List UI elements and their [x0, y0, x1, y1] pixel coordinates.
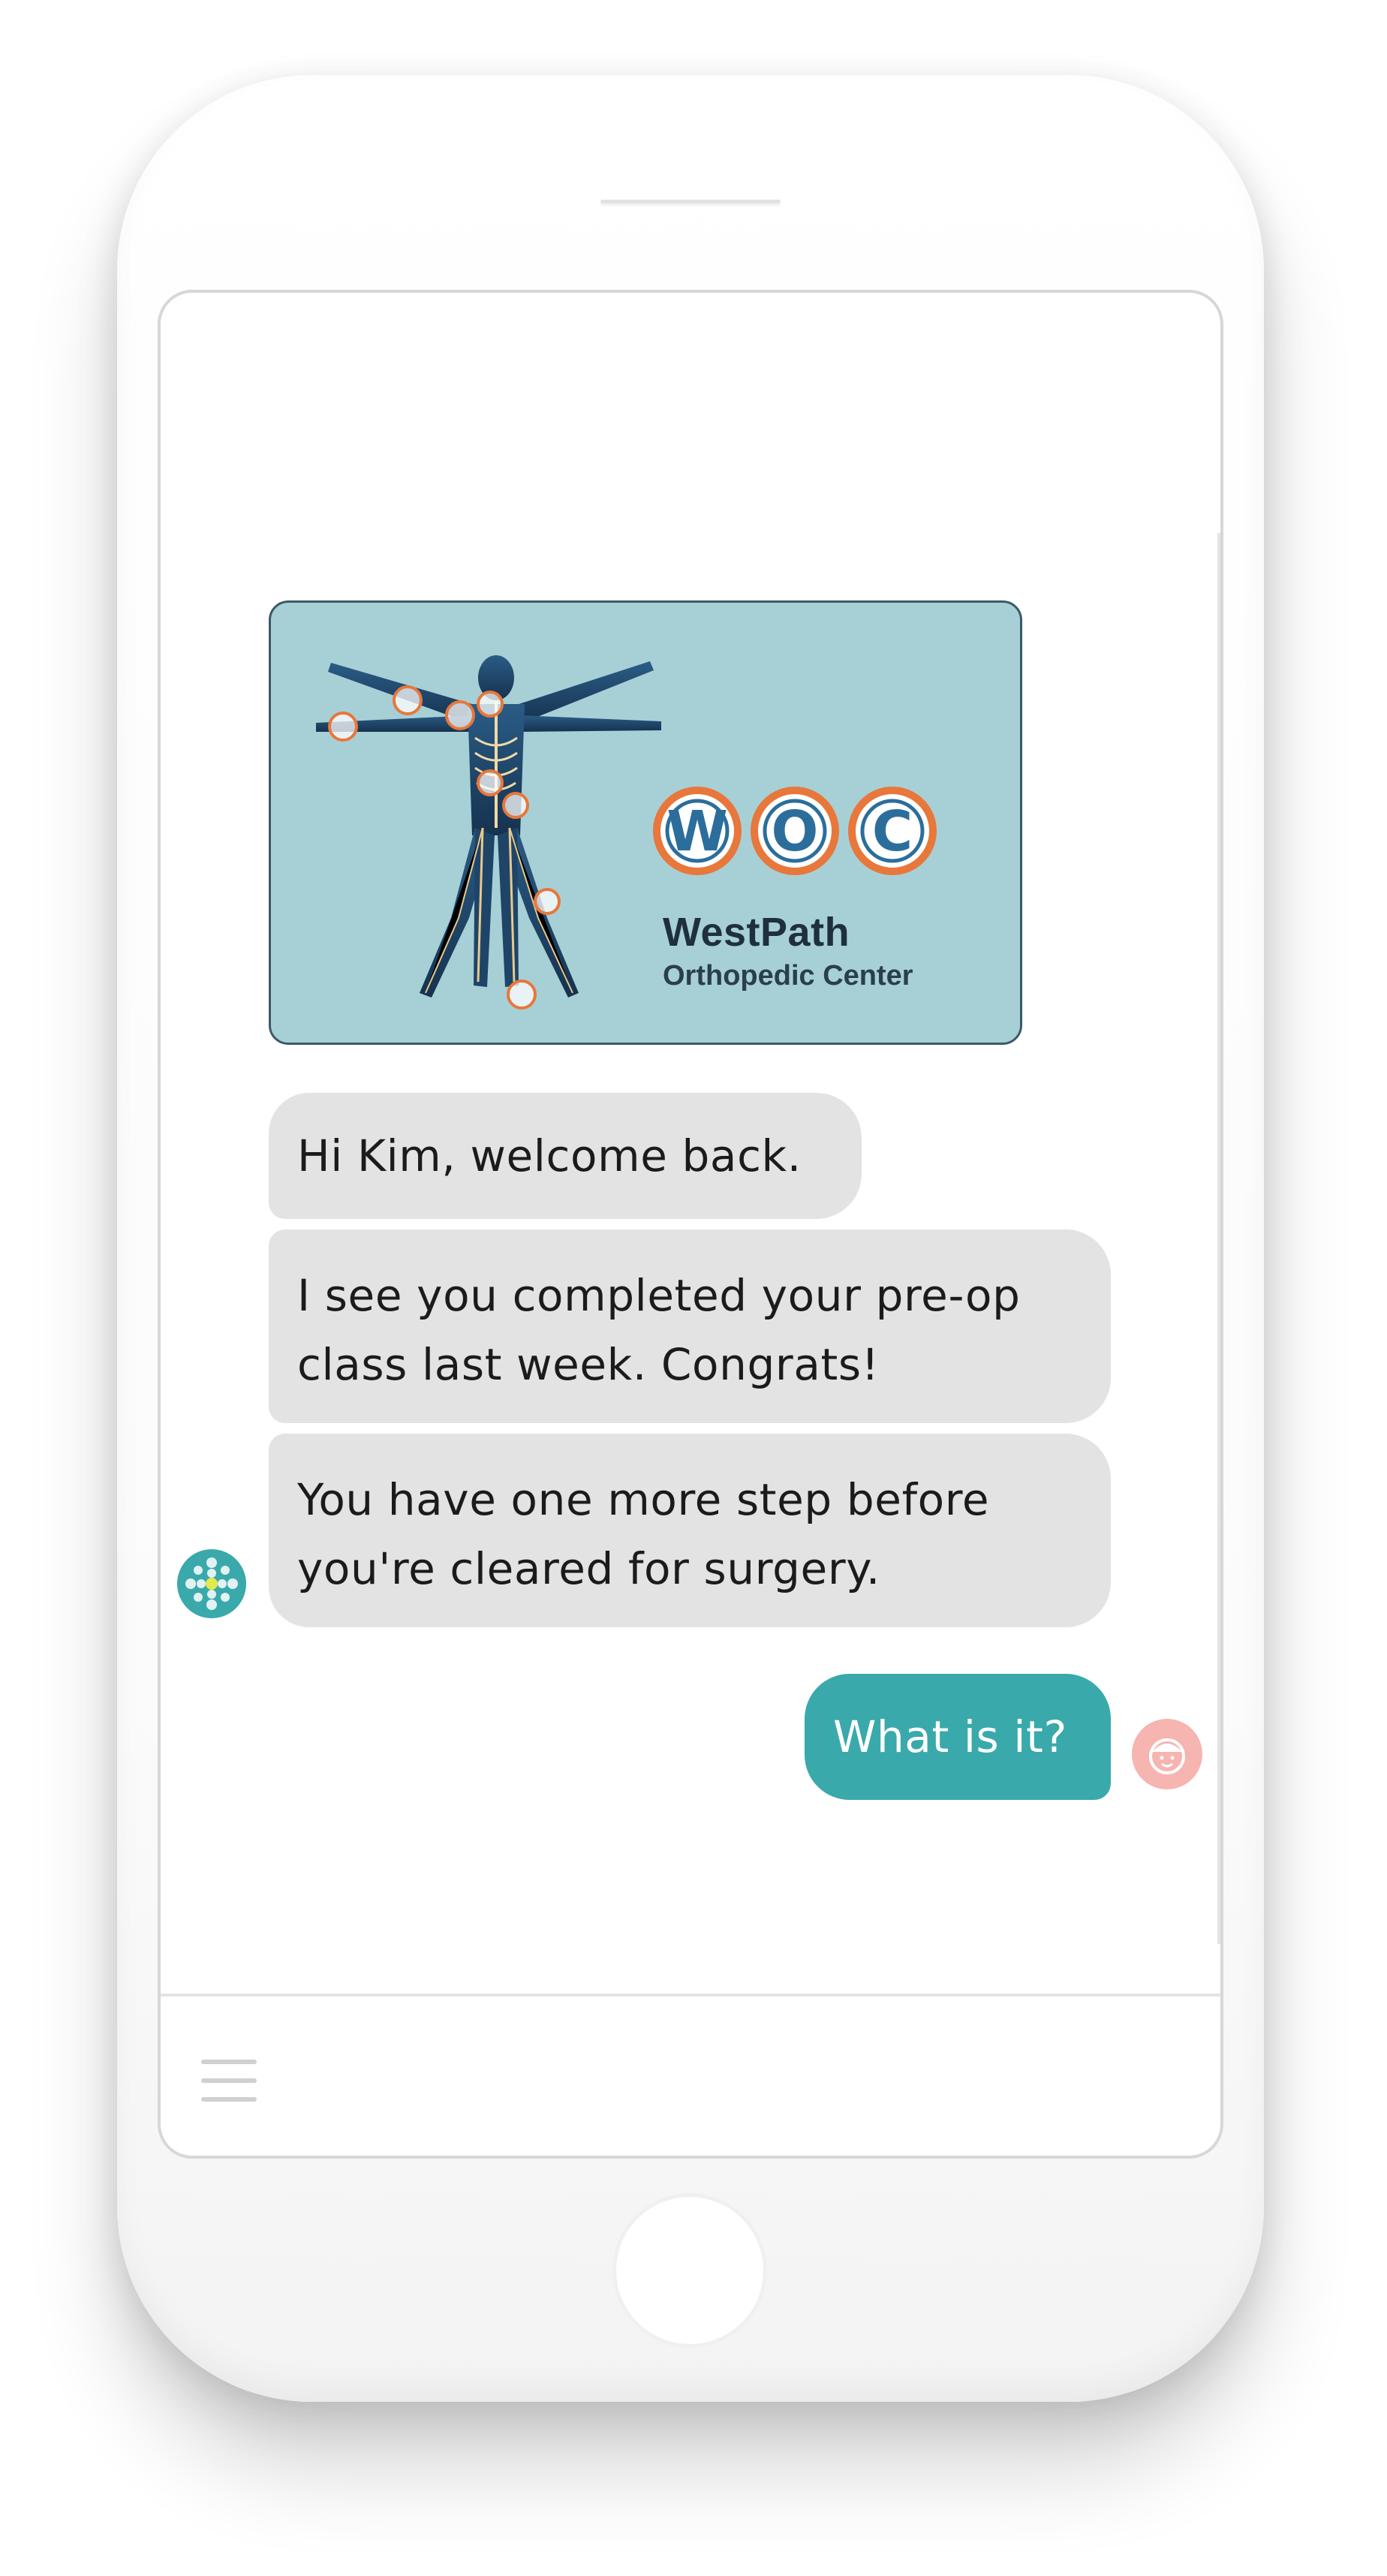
hamburger-menu-icon[interactable]: [201, 2060, 257, 2102]
bot-message: You have one more step before you're cle…: [269, 1434, 1111, 1627]
home-button[interactable]: [612, 2193, 767, 2348]
user-face-icon: [1149, 1738, 1185, 1774]
page: W O C WestPath Orthopedic Center Hi Kim,…: [0, 0, 1387, 2576]
message-line: What is it?: [833, 1711, 1067, 1762]
message-line: you're cleared for surgery.: [297, 1543, 880, 1594]
message-line: You have one more step before: [297, 1474, 990, 1525]
scrollbar[interactable]: [1217, 533, 1220, 1944]
phone-speaker: [600, 200, 781, 203]
brand-subtitle: Orthopedic Center: [663, 960, 913, 992]
bot-avatar-icon: [177, 1549, 246, 1618]
message-line: I see you completed your pre-op: [297, 1270, 1021, 1321]
brand-logo-card: W O C WestPath Orthopedic Center: [269, 600, 1022, 1045]
logo-letter-o: O: [772, 799, 819, 864]
chat-screen: [158, 290, 1223, 2159]
brand-name: WestPath: [663, 910, 850, 955]
bot-message: Hi Kim, welcome back.: [269, 1093, 862, 1219]
user-avatar: [1132, 1719, 1202, 1789]
user-message: What is it?: [805, 1674, 1111, 1800]
message-line: class last week. Congrats!: [297, 1339, 880, 1390]
logo-letter-w: W: [666, 799, 728, 864]
message-line: Hi Kim, welcome back.: [297, 1130, 802, 1181]
composer-divider: [161, 1994, 1220, 1997]
logo-letter-c: C: [872, 799, 913, 864]
bot-message: I see you completed your pre-op class la…: [269, 1229, 1111, 1423]
